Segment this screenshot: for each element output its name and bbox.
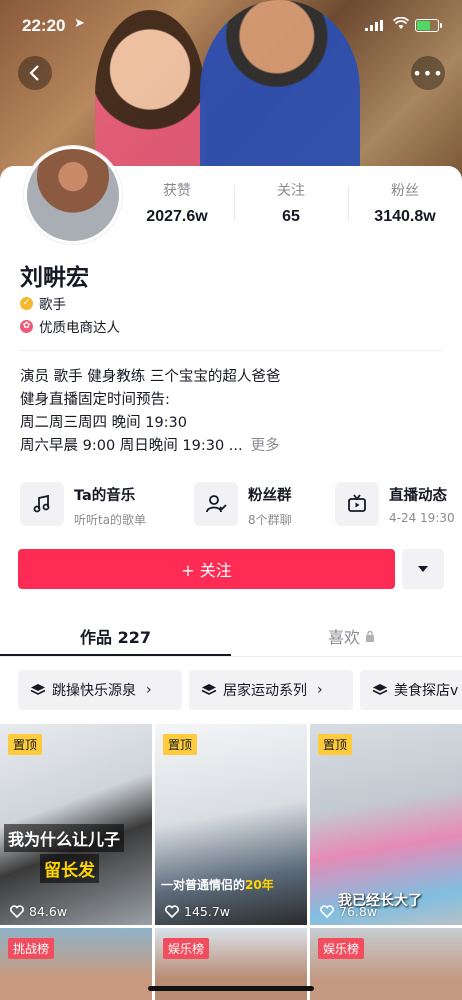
more-dots-icon: •••	[412, 63, 444, 83]
video-grid: 置顶 我为什么让儿子 留长发 84.6w 置顶 一对普通情侣的20年 145.7…	[0, 724, 462, 1000]
stat-following[interactable]: 关注 65	[234, 180, 348, 226]
video-likes: 76.8w	[320, 904, 377, 919]
chevron-right-icon: ›	[317, 682, 323, 698]
status-time: 22:20	[22, 16, 66, 35]
lock-icon	[366, 630, 375, 642]
heart-icon	[165, 905, 179, 918]
pinned-badge: 置顶	[163, 734, 198, 755]
chevron-left-icon	[29, 65, 39, 81]
quick-link-title: 直播动态	[389, 488, 447, 504]
entertainment-rank-badge: 娱乐榜	[318, 938, 365, 959]
wifi-icon	[393, 17, 409, 29]
tv-icon	[335, 482, 379, 526]
verified-badge-icon: ✓	[20, 296, 33, 310]
video-caption: 我为什么让儿子	[4, 824, 125, 852]
quick-link-sub: 4-24 19:30	[389, 511, 455, 525]
collection-chip[interactable]: 居家运动系列 ›	[189, 670, 353, 710]
avatar[interactable]	[24, 146, 122, 244]
video-likes-count: 84.6w	[29, 904, 68, 919]
layers-icon	[372, 683, 388, 697]
stat-label: 关注	[277, 183, 305, 199]
back-button[interactable]	[18, 56, 52, 90]
seller-tag[interactable]: ✿ 优质电商达人	[20, 316, 120, 336]
collection-label: 跳操快乐源泉	[52, 683, 136, 699]
seller-badge-icon: ✿	[20, 319, 33, 333]
collection-chip[interactable]: 美食探店v	[360, 670, 462, 710]
collection-chip[interactable]: 跳操快乐源泉 ›	[18, 670, 182, 710]
quick-link-sub: 8个群聊	[248, 513, 292, 527]
stat-value: 65	[282, 208, 300, 225]
pinned-badge: 置顶	[318, 734, 353, 755]
video-caption-text: 一对普通情侣的	[161, 878, 246, 892]
bio-more-link[interactable]: 更多	[251, 438, 280, 454]
more-options-button[interactable]: •••	[411, 56, 445, 90]
stat-label: 获赞	[163, 183, 191, 199]
quick-link-title: Ta的音乐	[74, 488, 136, 504]
battery-icon	[415, 19, 442, 32]
collection-label: 美食探店v	[394, 683, 459, 699]
bio-line-last: 周六早晨 9:00 周日晚间 19:30 ... 更多	[20, 435, 440, 458]
quick-link-live[interactable]: 直播动态 4-24 19:30	[335, 482, 455, 526]
quick-link-title: 粉丝群	[248, 488, 292, 504]
seller-label: 优质电商达人	[39, 320, 120, 336]
video-caption-highlight: 20年	[245, 878, 274, 892]
home-indicator	[148, 986, 314, 991]
heart-icon	[10, 905, 24, 918]
chevron-right-icon: ›	[146, 682, 152, 698]
tab-works[interactable]: 作品 227	[80, 624, 151, 648]
divider	[20, 350, 442, 351]
collections-row: 跳操快乐源泉 › 居家运动系列 › 美食探店v	[18, 670, 462, 710]
profile-stats: 获赞 2027.6w 关注 65 粉丝 3140.8w	[120, 180, 462, 226]
stat-followers[interactable]: 粉丝 3140.8w	[348, 180, 462, 226]
tab-likes-label: 喜欢	[328, 628, 361, 647]
stat-value: 2027.6w	[146, 208, 208, 225]
stat-label: 粉丝	[391, 183, 419, 199]
bio[interactable]: 演员 歌手 健身教练 三个宝宝的超人爸爸 健身直播固定时间预告: 周二周三周四 …	[20, 366, 440, 458]
heart-icon	[320, 905, 334, 918]
bio-line: 健身直播固定时间预告:	[20, 392, 170, 408]
caret-down-icon	[418, 566, 428, 572]
location-arrow-icon: ➤	[74, 16, 85, 31]
follow-dropdown-button[interactable]	[402, 549, 444, 589]
layers-icon	[201, 683, 217, 697]
tab-underline	[0, 654, 231, 656]
video-likes-count: 76.8w	[339, 904, 378, 919]
status-bar: 22:20 ➤	[0, 0, 462, 50]
bio-line: 周二周三周四 晚间 19:30	[20, 415, 188, 431]
quick-link-music[interactable]: Ta的音乐 听听ta的歌单	[20, 482, 146, 528]
collection-label: 居家运动系列	[223, 683, 307, 699]
stat-likes[interactable]: 获赞 2027.6w	[120, 180, 234, 226]
stat-value: 3140.8w	[374, 208, 436, 225]
video-caption: 一对普通情侣的20年	[161, 876, 274, 893]
follow-button[interactable]: + 关注	[18, 549, 395, 589]
entertainment-rank-badge: 娱乐榜	[163, 938, 210, 959]
video-likes-count: 145.7w	[184, 904, 231, 919]
quick-links: Ta的音乐 听听ta的歌单 粉丝群 8个群聊 直播动态 4-24 19:30	[0, 482, 462, 528]
video-thumbnail[interactable]: 置顶 一对普通情侣的20年 145.7w	[155, 724, 307, 925]
verified-label: 歌手	[39, 297, 66, 313]
quick-link-sub: 听听ta的歌单	[74, 513, 147, 527]
layers-icon	[30, 683, 46, 697]
verified-tag[interactable]: ✓ 歌手	[20, 293, 66, 313]
profile-tabs: 作品 227 喜欢	[0, 614, 462, 657]
pinned-badge: 置顶	[8, 734, 43, 755]
video-likes: 145.7w	[165, 904, 230, 919]
bio-line: 周六早晨 9:00 周日晚间 19:30 ...	[20, 438, 243, 454]
challenge-rank-badge: 挑战榜	[8, 938, 55, 959]
video-thumbnail[interactable]: 挑战榜	[0, 928, 152, 1000]
video-thumbnail[interactable]: 置顶 我为什么让儿子 留长发 84.6w	[0, 724, 152, 925]
video-likes: 84.6w	[10, 904, 67, 919]
video-thumbnail[interactable]: 置顶 我已经长大了 76.8w	[310, 724, 462, 925]
video-thumbnail[interactable]: 娱乐榜	[310, 928, 462, 1000]
quick-link-fan-group[interactable]: 粉丝群 8个群聊	[194, 482, 292, 528]
video-caption-highlight: 留长发	[40, 854, 99, 883]
fan-group-icon	[194, 482, 238, 526]
music-note-icon	[20, 482, 64, 526]
profile-name: 刘畊宏	[20, 265, 89, 291]
bio-line: 演员 歌手 健身教练 三个宝宝的超人爸爸	[20, 369, 281, 385]
cellular-signal-icon	[365, 20, 383, 31]
tab-likes[interactable]: 喜欢	[328, 624, 375, 648]
